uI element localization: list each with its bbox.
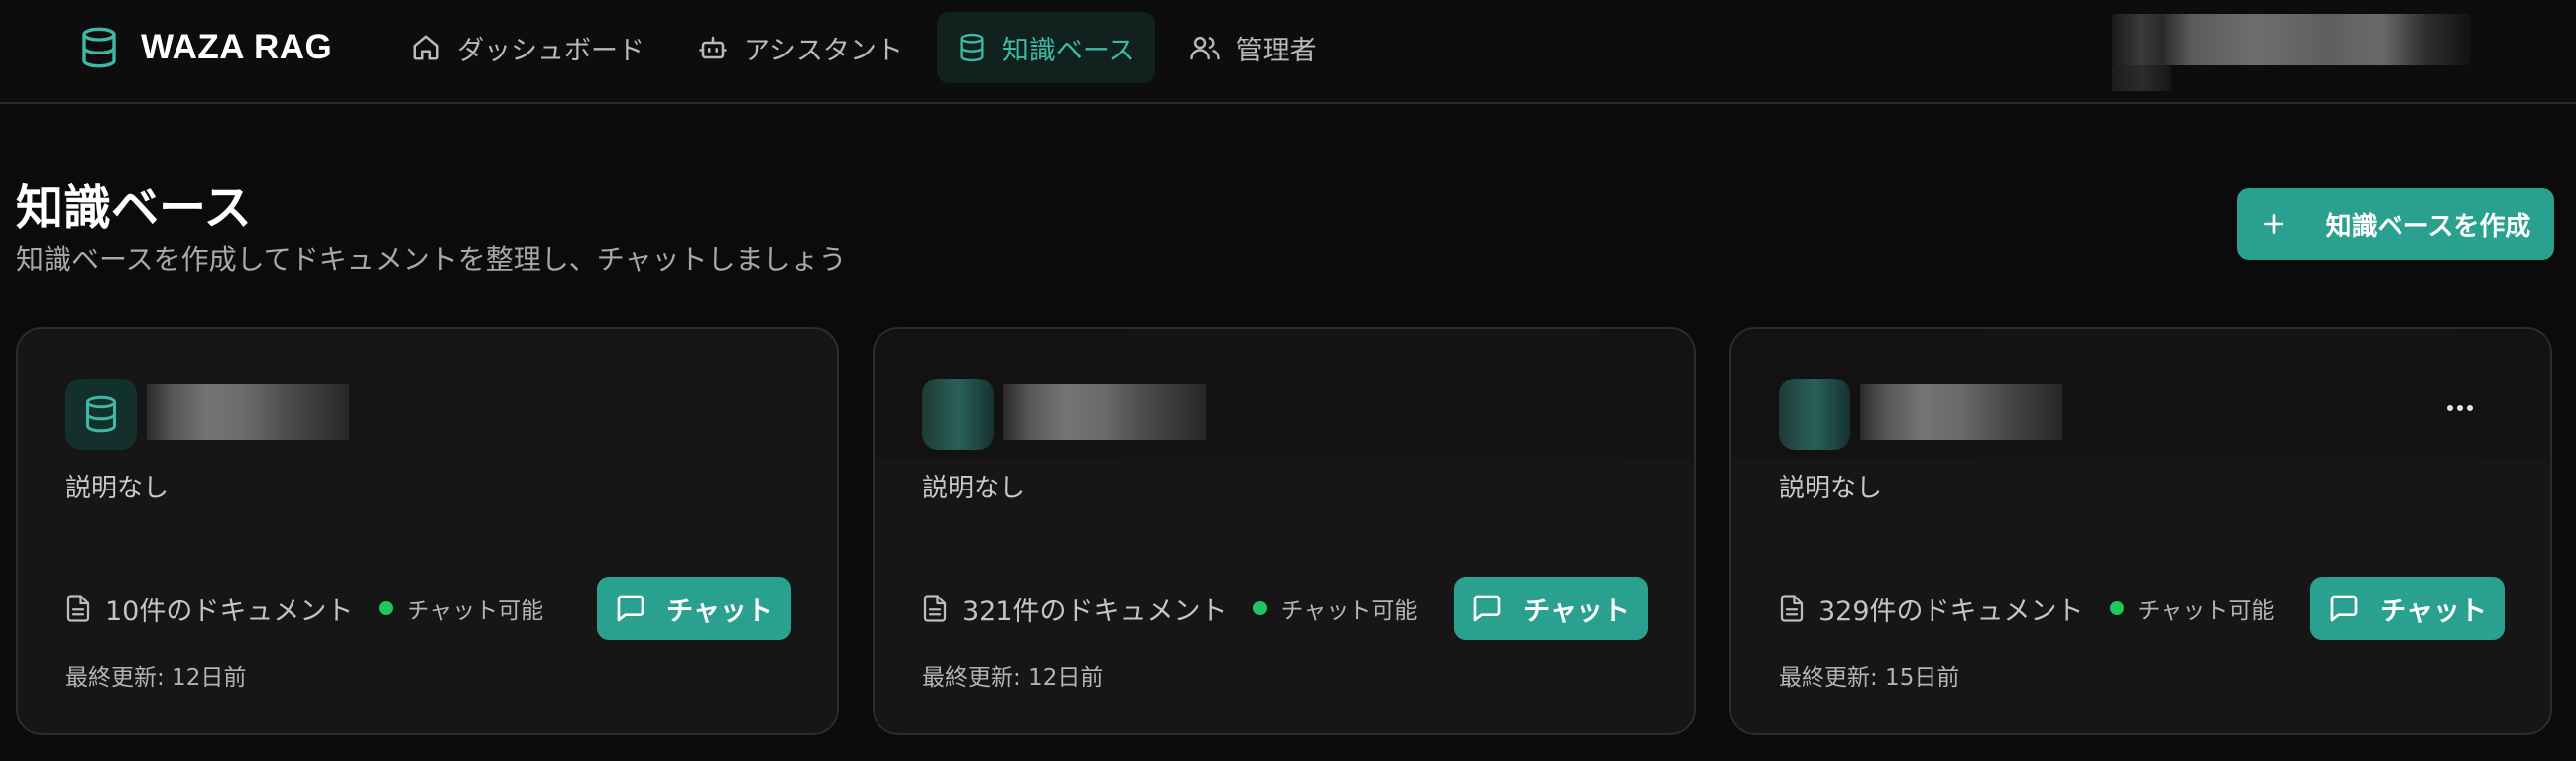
nav-item-label: 管理者 (1235, 35, 1317, 66)
document-icon (1779, 594, 1805, 623)
card-database-icon (1779, 379, 1850, 450)
home-icon (411, 33, 441, 62)
message-icon (2328, 594, 2360, 623)
create-button-label: 知識ベースを作成 (2325, 211, 2531, 242)
bot-icon (698, 33, 728, 62)
create-knowledge-base-button[interactable]: 知識ベースを作成 (2237, 188, 2554, 260)
users-icon (1189, 33, 1221, 62)
card-description: 説明なし (65, 474, 170, 503)
card-description: 説明なし (1779, 474, 1883, 503)
brand-logo[interactable]: WAZA RAG (79, 24, 332, 71)
document-count: 321件のドキュメント (962, 596, 1228, 627)
card-stats: 10件のドキュメント チャット可能 (65, 589, 543, 628)
main-nav: ダッシュボード アシスタント 知識ベース 管理者 (392, 12, 1337, 83)
document-count: 10件のドキュメント (105, 596, 354, 627)
knowledge-base-card[interactable]: 説明なし 321件のドキュメント チャット可能 チャット 最終更新: 12日前 (873, 327, 1696, 735)
card-stats: 329件のドキュメント チャット可能 (1779, 589, 2274, 628)
document-icon (65, 594, 91, 623)
plus-icon (2261, 211, 2286, 237)
database-icon (79, 26, 119, 69)
page-subtitle: 知識ベースを作成してドキュメントを整理し、チャットしましょう (16, 243, 847, 275)
chat-button[interactable]: チャット (1454, 577, 1648, 640)
card-database-icon (65, 379, 137, 450)
card-title-redacted (1860, 384, 2062, 440)
status-dot (379, 601, 394, 615)
user-menu-redacted[interactable] (2112, 14, 2471, 65)
knowledge-base-card[interactable]: 説明なし 10件のドキュメント チャット可能 チャット 最終更新: 12日前 (16, 327, 839, 735)
last-updated: 最終更新: 15日前 (1779, 665, 1960, 691)
card-header-redacted (875, 329, 1694, 458)
nav-item-assistant[interactable]: アシスタント (678, 12, 923, 83)
card-header-redacted (1731, 329, 2550, 458)
status-badge: チャット可能 (407, 598, 544, 624)
nav-item-label: 知識ベース (1001, 35, 1135, 66)
nav-item-label: ダッシュボード (457, 35, 644, 66)
user-avatar-redacted (2112, 65, 2171, 91)
document-icon (922, 594, 948, 623)
chat-button-label: チャット (2380, 596, 2487, 627)
top-header: WAZA RAG ダッシュボード アシスタント 知識ベース 管理者 (0, 0, 2576, 104)
knowledge-base-card[interactable]: 説明なし 329件のドキュメント チャット可能 チャット 最終更新: 15日前 (1729, 327, 2552, 735)
card-title-redacted (1003, 384, 1206, 440)
card-description: 説明なし (922, 474, 1026, 503)
brand-name: WAZA RAG (141, 28, 333, 66)
more-options-button[interactable] (2435, 390, 2485, 426)
card-database-icon (922, 379, 994, 450)
last-updated: 最終更新: 12日前 (65, 665, 247, 691)
chat-button[interactable]: チャット (2310, 577, 2505, 640)
message-icon (1471, 594, 1503, 623)
chat-button-label: チャット (1523, 596, 1630, 627)
message-icon (615, 594, 646, 623)
status-dot (2109, 601, 2124, 615)
status-dot (1252, 601, 1267, 615)
nav-item-dashboard[interactable]: ダッシュボード (392, 12, 664, 83)
last-updated: 最終更新: 12日前 (922, 665, 1104, 691)
status-badge: チャット可能 (2137, 598, 2275, 624)
document-count: 329件のドキュメント (1818, 596, 2084, 627)
more-horizontal-icon (2445, 404, 2475, 412)
card-stats: 321件のドキュメント チャット可能 (922, 589, 1417, 628)
nav-item-label: アシスタント (744, 35, 903, 66)
nav-item-admin[interactable]: 管理者 (1169, 12, 1337, 83)
database-icon (957, 33, 987, 62)
chat-button[interactable]: チャット (597, 577, 791, 640)
card-title-redacted (147, 384, 349, 440)
status-badge: チャット可能 (1280, 598, 1418, 624)
page-title: 知識ベース (16, 180, 252, 236)
chat-button-label: チャット (666, 596, 773, 627)
nav-item-knowledge-base[interactable]: 知識ベース (936, 12, 1155, 83)
